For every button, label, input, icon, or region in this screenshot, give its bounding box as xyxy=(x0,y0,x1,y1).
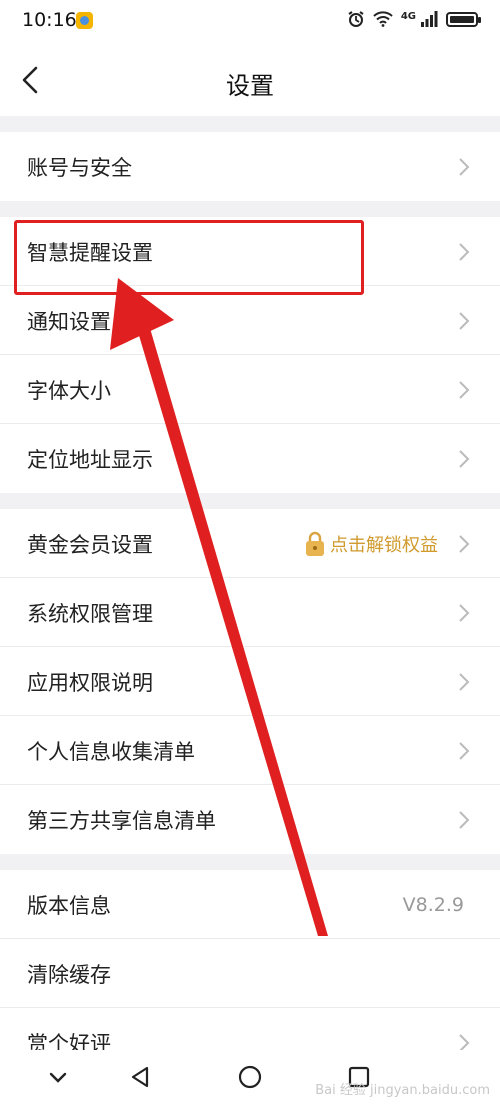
alarm-icon xyxy=(348,11,364,27)
unlock-benefits-link[interactable]: 点击解锁权益 xyxy=(330,531,438,557)
section-gap xyxy=(0,854,500,870)
row-label: 第三方共享信息清单 xyxy=(27,808,216,833)
back-triangle-icon[interactable] xyxy=(126,1062,156,1092)
system-nav-bar: Bai 经验 jingyan.baidu.com xyxy=(0,1050,500,1104)
chevron-right-icon xyxy=(459,672,470,691)
row-app-permissions[interactable]: 应用权限说明 xyxy=(0,647,500,716)
chevron-right-icon xyxy=(459,534,470,553)
status-icons: 4G xyxy=(347,10,481,28)
page-header: 设置 xyxy=(0,44,500,116)
row-account-security[interactable]: 账号与安全 xyxy=(0,132,500,201)
row-label: 版本信息 xyxy=(27,893,111,918)
row-gold-member[interactable]: 黄金会员设置 点击解锁权益 xyxy=(0,509,500,578)
watermark: Bai 经验 jingyan.baidu.com xyxy=(315,1083,490,1098)
highlight-box xyxy=(14,220,364,295)
home-circle-icon[interactable] xyxy=(235,1062,265,1092)
row-system-permissions[interactable]: 系统权限管理 xyxy=(0,578,500,647)
row-label: 通知设置 xyxy=(27,309,111,334)
row-font-size[interactable]: 字体大小 xyxy=(0,355,500,424)
chevron-right-icon xyxy=(459,380,470,399)
chevron-right-icon xyxy=(459,157,470,176)
chevron-right-icon xyxy=(459,449,470,468)
section-gap xyxy=(0,493,500,509)
row-third-party-sharing[interactable]: 第三方共享信息清单 xyxy=(0,785,500,854)
row-label: 字体大小 xyxy=(27,378,111,403)
page-title: 设置 xyxy=(226,72,274,100)
section-gap xyxy=(0,201,500,217)
app-notification-icon xyxy=(76,12,93,29)
section-gap xyxy=(0,116,500,132)
chevron-right-icon xyxy=(459,603,470,622)
lock-icon xyxy=(306,531,324,556)
chevron-down-icon[interactable] xyxy=(43,1062,73,1092)
chevron-right-icon xyxy=(459,741,470,760)
row-label: 应用权限说明 xyxy=(27,670,153,695)
status-bar: 10:16 4G xyxy=(0,0,500,44)
row-personal-info-list[interactable]: 个人信息收集清单 xyxy=(0,716,500,785)
signal-icon xyxy=(421,11,438,27)
row-location-display[interactable]: 定位地址显示 xyxy=(0,424,500,493)
row-label: 个人信息收集清单 xyxy=(27,739,195,764)
row-version-info[interactable]: 版本信息 V8.2.9 xyxy=(0,870,500,939)
row-label: 清除缓存 xyxy=(27,962,111,987)
status-time: 10:16 xyxy=(22,9,77,31)
row-clear-cache[interactable]: 清除缓存 xyxy=(0,939,500,1008)
chevron-right-icon xyxy=(459,810,470,829)
row-notification[interactable]: 通知设置 xyxy=(0,286,500,355)
row-label: 账号与安全 xyxy=(27,155,132,180)
wifi-icon xyxy=(373,11,393,27)
network-type: 4G xyxy=(400,10,416,22)
chevron-right-icon xyxy=(459,311,470,330)
row-label: 定位地址显示 xyxy=(27,447,153,472)
chevron-right-icon xyxy=(459,242,470,261)
row-label: 黄金会员设置 xyxy=(27,532,153,557)
version-value: V8.2.9 xyxy=(402,893,464,916)
battery-icon xyxy=(446,11,481,27)
row-label: 系统权限管理 xyxy=(27,601,153,626)
